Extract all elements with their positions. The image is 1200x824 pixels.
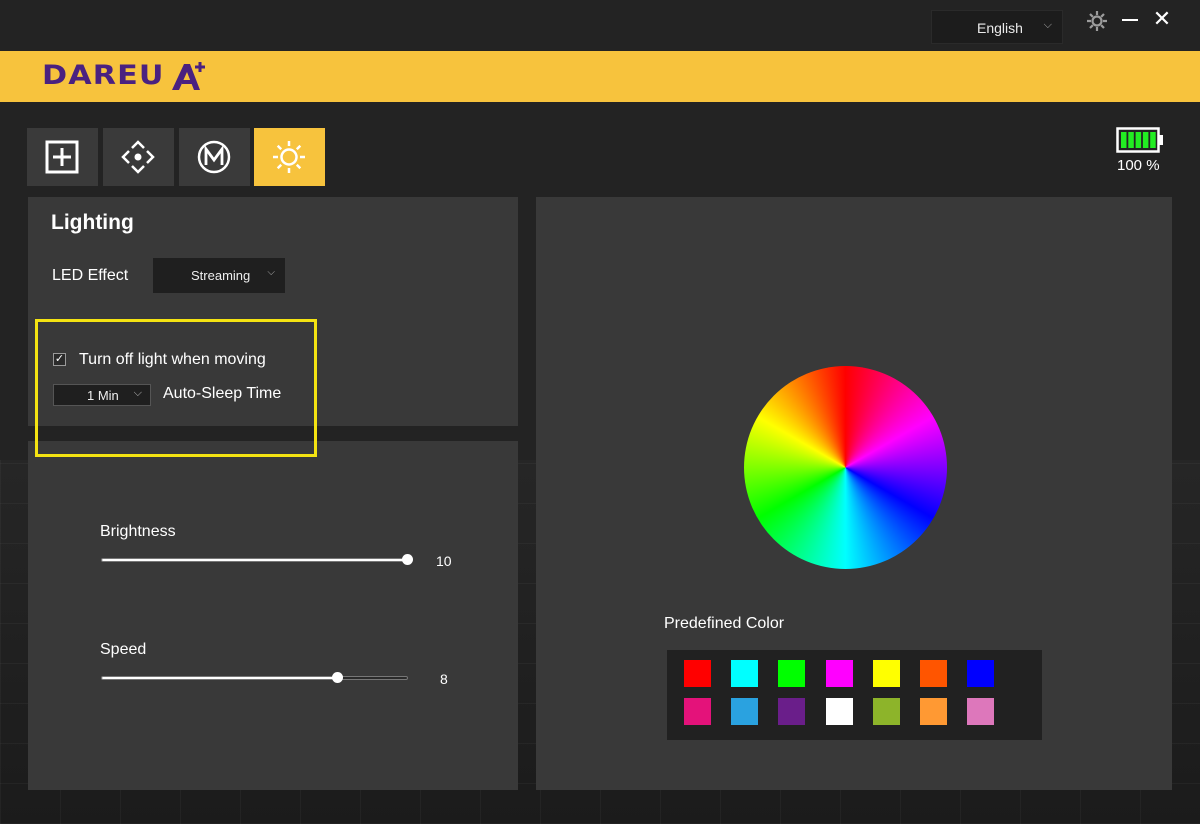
speed-label: Speed xyxy=(100,641,147,658)
speed-fill xyxy=(102,677,337,679)
battery-cell xyxy=(1135,132,1142,148)
gear-icon[interactable] xyxy=(1084,8,1110,34)
auto-sleep-dropdown[interactable]: 1 Min ⌵ xyxy=(53,384,151,406)
color-swatch[interactable] xyxy=(872,698,900,725)
brightness-handle[interactable] xyxy=(402,554,413,565)
speed-value: 8 xyxy=(440,671,448,687)
direction-pad-icon xyxy=(121,140,155,174)
color-swatch[interactable] xyxy=(967,698,995,725)
auto-sleep-value: 1 Min xyxy=(87,388,119,403)
battery-cell xyxy=(1121,132,1127,148)
close-icon[interactable]: ✕ xyxy=(1150,6,1174,36)
tab-dpi[interactable] xyxy=(103,128,174,186)
color-swatch[interactable] xyxy=(684,660,711,687)
auto-sleep-label: Auto-Sleep Time xyxy=(163,385,282,402)
tab-keys[interactable] xyxy=(27,128,98,186)
brightness-fill xyxy=(102,559,407,561)
chevron-down-icon: ⌵ xyxy=(133,387,142,399)
color-swatch[interactable] xyxy=(967,660,995,687)
color-swatch[interactable] xyxy=(920,660,947,687)
brightness-slider[interactable] xyxy=(101,554,413,565)
color-wheel[interactable] xyxy=(744,366,947,569)
minimize-icon[interactable] xyxy=(1120,6,1140,36)
speed-slider[interactable] xyxy=(101,672,408,683)
plus-square-icon xyxy=(45,140,79,174)
language-value: English xyxy=(977,20,1023,36)
language-dropdown[interactable]: English ⌵ xyxy=(931,10,1063,44)
a-plus-logo-icon xyxy=(172,62,205,90)
color-swatch[interactable] xyxy=(920,698,947,725)
color-swatch[interactable] xyxy=(778,698,806,725)
battery-cell xyxy=(1150,132,1156,148)
battery-cell xyxy=(1142,132,1149,148)
battery-icon xyxy=(1116,127,1163,153)
color-swatch[interactable] xyxy=(825,698,853,725)
turn-off-light-checkbox[interactable]: ✓ xyxy=(53,353,66,366)
color-swatch[interactable] xyxy=(872,660,900,687)
speed-handle[interactable] xyxy=(331,672,343,683)
battery-cell xyxy=(1128,132,1134,148)
page-title: Lighting xyxy=(51,211,134,234)
led-effect-label: LED Effect xyxy=(52,267,129,284)
chevron-down-icon: ⌵ xyxy=(1043,19,1052,31)
sun-icon xyxy=(273,141,305,173)
tab-lighting[interactable] xyxy=(254,128,325,186)
turn-off-light-label: Turn off light when moving xyxy=(79,351,266,368)
brightness-label: Brightness xyxy=(100,523,176,540)
slider-panel xyxy=(28,441,518,790)
predefined-color-label: Predefined Color xyxy=(664,615,785,632)
color-swatch[interactable] xyxy=(684,698,711,725)
led-effect-value: Streaming xyxy=(191,268,251,283)
macro-m-icon xyxy=(197,140,231,174)
color-swatch[interactable] xyxy=(731,698,759,725)
tab-macro[interactable] xyxy=(179,128,250,186)
led-effect-dropdown[interactable]: Streaming ⌵ xyxy=(153,258,285,293)
color-swatch[interactable] xyxy=(778,660,806,687)
chevron-down-icon: ⌵ xyxy=(267,267,275,278)
brightness-value: 10 xyxy=(436,553,452,569)
brand-bar: DAREU xyxy=(0,51,1200,102)
color-swatch[interactable] xyxy=(731,660,759,687)
predefined-color-palette xyxy=(667,650,1042,740)
color-swatch[interactable] xyxy=(825,660,853,687)
dareu-logo: DAREU xyxy=(42,60,165,91)
battery-percent: 100 % xyxy=(1117,157,1160,174)
